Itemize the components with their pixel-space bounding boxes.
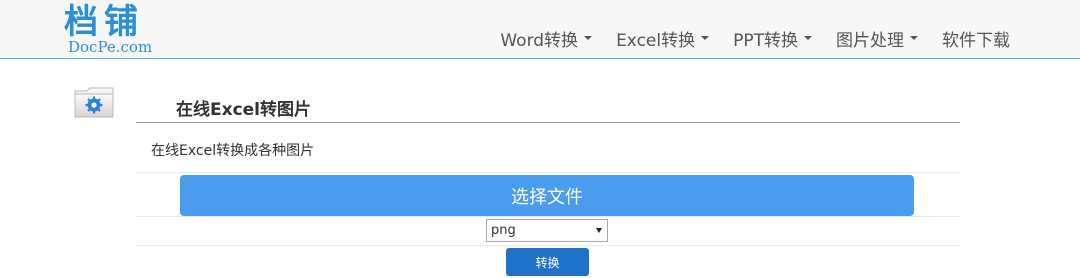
nav-item-label: PPT转换 (733, 30, 798, 51)
caret-down-icon (910, 36, 918, 40)
nav-item-label: Word转换 (500, 30, 579, 51)
format-select-value: png (491, 223, 516, 238)
site-logo[interactable]: 档铺 DocPe.com (64, 2, 164, 58)
nav-item-excel[interactable]: Excel转换 (616, 26, 710, 51)
logo-chinese-text: 档铺 (64, 2, 144, 42)
page-title: 在线Excel转图片 (176, 100, 312, 120)
format-select[interactable]: png (486, 219, 608, 242)
choose-file-button[interactable]: 选择文件 (180, 175, 914, 216)
main-nav: Word转换 Excel转换 PPT转换 图片处理 软件下载 (476, 26, 1010, 51)
convert-button[interactable]: 转换 (506, 248, 589, 276)
logo-domain-text: DocPe.com (68, 38, 153, 56)
choose-file-label: 选择文件 (511, 186, 583, 208)
nav-item-label: 图片处理 (836, 30, 904, 51)
row-divider (136, 216, 960, 217)
site-header: 档铺 DocPe.com Word转换 Excel转换 PPT转换 图片处理 软… (0, 0, 1080, 59)
caret-down-icon (804, 36, 812, 40)
gear-folder-icon (72, 84, 116, 120)
title-divider (136, 122, 960, 123)
nav-item-label: 软件下载 (942, 30, 1010, 51)
section-description: 在线Excel转换成各种图片 (151, 143, 315, 159)
row-divider (136, 172, 960, 173)
convert-button-label: 转换 (535, 255, 560, 270)
nav-item-label: Excel转换 (616, 30, 696, 51)
caret-down-icon (584, 36, 593, 40)
nav-item-word[interactable]: Word转换 (500, 26, 593, 51)
caret-down-icon (701, 36, 710, 40)
nav-item-image[interactable]: 图片处理 (836, 26, 918, 51)
nav-item-ppt[interactable]: PPT转换 (733, 26, 812, 51)
nav-item-software[interactable]: 软件下载 (942, 26, 1010, 51)
dropdown-arrow-icon (596, 228, 602, 233)
row-divider (136, 245, 960, 246)
